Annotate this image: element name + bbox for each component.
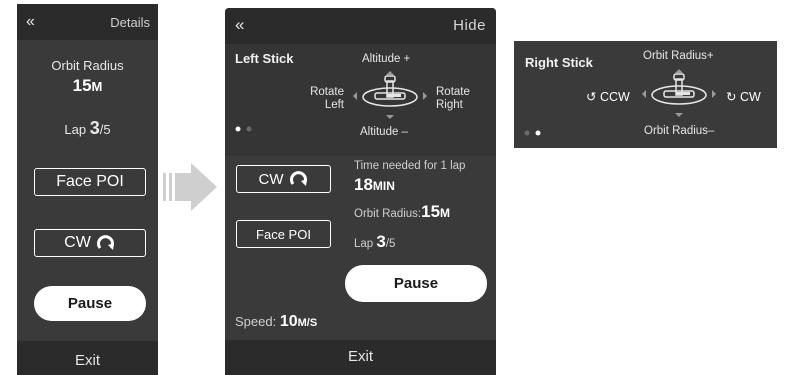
cw-label-group: ↻ CW (726, 89, 761, 104)
divider (225, 154, 496, 155)
details-link[interactable]: Details (110, 15, 150, 30)
altitude-up-label: Altitude + (362, 53, 411, 65)
orbit-radius-unit: M (440, 206, 451, 220)
page-dot-2 (535, 130, 541, 136)
back-icon[interactable]: « (235, 15, 244, 35)
face-poi-label: Face POI (56, 173, 124, 190)
orbit-radius-label: Orbit Radius (51, 58, 124, 73)
direction-button[interactable]: CW (34, 229, 146, 257)
time-needed-label: Time needed for 1 lap (354, 160, 466, 172)
lap-total: /5 (99, 122, 111, 137)
page-indicator (235, 126, 252, 132)
joystick-icon (642, 69, 716, 117)
orbit-radius-value: 15M (17, 76, 158, 96)
lap-counter: Lap 3/5 (17, 118, 158, 139)
speed-readout: Speed: 10M/S (235, 313, 317, 331)
time-needed-number: 18 (354, 175, 373, 194)
exit-button[interactable]: Exit (17, 352, 158, 369)
speed-unit: M/S (297, 317, 318, 329)
page-indicator (524, 130, 541, 136)
clockwise-icon (96, 235, 114, 250)
pause-label: Pause (393, 275, 439, 292)
lap-current: 3 (376, 232, 386, 251)
rotate-left-label: Rotate Left (310, 86, 344, 111)
time-needed-unit: MIN (372, 179, 395, 193)
orbit-radius-readout: Orbit Radius:15M (354, 202, 450, 222)
pause-label: Pause (67, 295, 113, 312)
clockwise-icon (289, 171, 307, 186)
orbit-radius-down-label: Orbit Radius– (644, 125, 715, 137)
rotate-right-label: Rotate Right (436, 86, 470, 111)
right-stick-panel: Right Stick Orbit Radius+ Orbit Radius– … (514, 41, 777, 148)
lap-label: Lap (64, 122, 87, 137)
hide-button[interactable]: Hide (453, 17, 486, 34)
face-poi-button[interactable]: Face POI (236, 220, 331, 248)
direction-button[interactable]: CW (236, 165, 331, 193)
orbit-radius-unit: M (91, 79, 103, 94)
ccw-label-group: ↺ CCW (586, 89, 630, 104)
time-needed-value: 18MIN (354, 175, 395, 195)
transition-arrow-icon (163, 163, 217, 211)
page-dot-1 (524, 130, 530, 136)
lap-counter: Lap 3/5 (354, 232, 395, 252)
ccw-label: CCW (599, 90, 630, 104)
clockwise-icon: ↻ (726, 90, 737, 104)
cw-label: CW (739, 90, 761, 104)
orbit-radius-label: Orbit Radius: (354, 208, 422, 220)
exit-button[interactable]: Exit (225, 348, 496, 365)
face-poi-button[interactable]: Face POI (34, 168, 146, 196)
speed-number: 10 (279, 313, 298, 330)
joystick-icon (353, 71, 427, 119)
compact-panel: « Details Orbit Radius 15M Lap 3/5 Face … (17, 4, 158, 375)
orbit-radius-up-label: Orbit Radius+ (643, 50, 714, 62)
direction-label: CW (64, 234, 91, 251)
orbit-radius-number: 15 (421, 202, 441, 221)
left-stick-title: Left Stick (235, 51, 294, 66)
orbit-radius-number: 15 (72, 76, 92, 95)
lap-total: /5 (385, 238, 396, 250)
direction-label: CW (258, 170, 284, 188)
lap-label: Lap (354, 238, 374, 250)
right-stick-title: Right Stick (525, 55, 593, 70)
lap-current: 3 (89, 118, 100, 138)
counterclockwise-icon: ↺ (586, 90, 597, 104)
pause-button[interactable]: Pause (345, 265, 487, 302)
page-dot-2 (246, 126, 252, 132)
page-dot-1 (235, 126, 241, 132)
back-icon[interactable]: « (26, 13, 35, 31)
face-poi-label: Face POI (256, 226, 311, 242)
expanded-panel: « Hide Left Stick Altitude + Rotate Left… (225, 8, 496, 375)
altitude-down-label: Altitude – (360, 126, 408, 138)
pause-button[interactable]: Pause (34, 286, 146, 321)
speed-label: Speed: (235, 314, 277, 329)
